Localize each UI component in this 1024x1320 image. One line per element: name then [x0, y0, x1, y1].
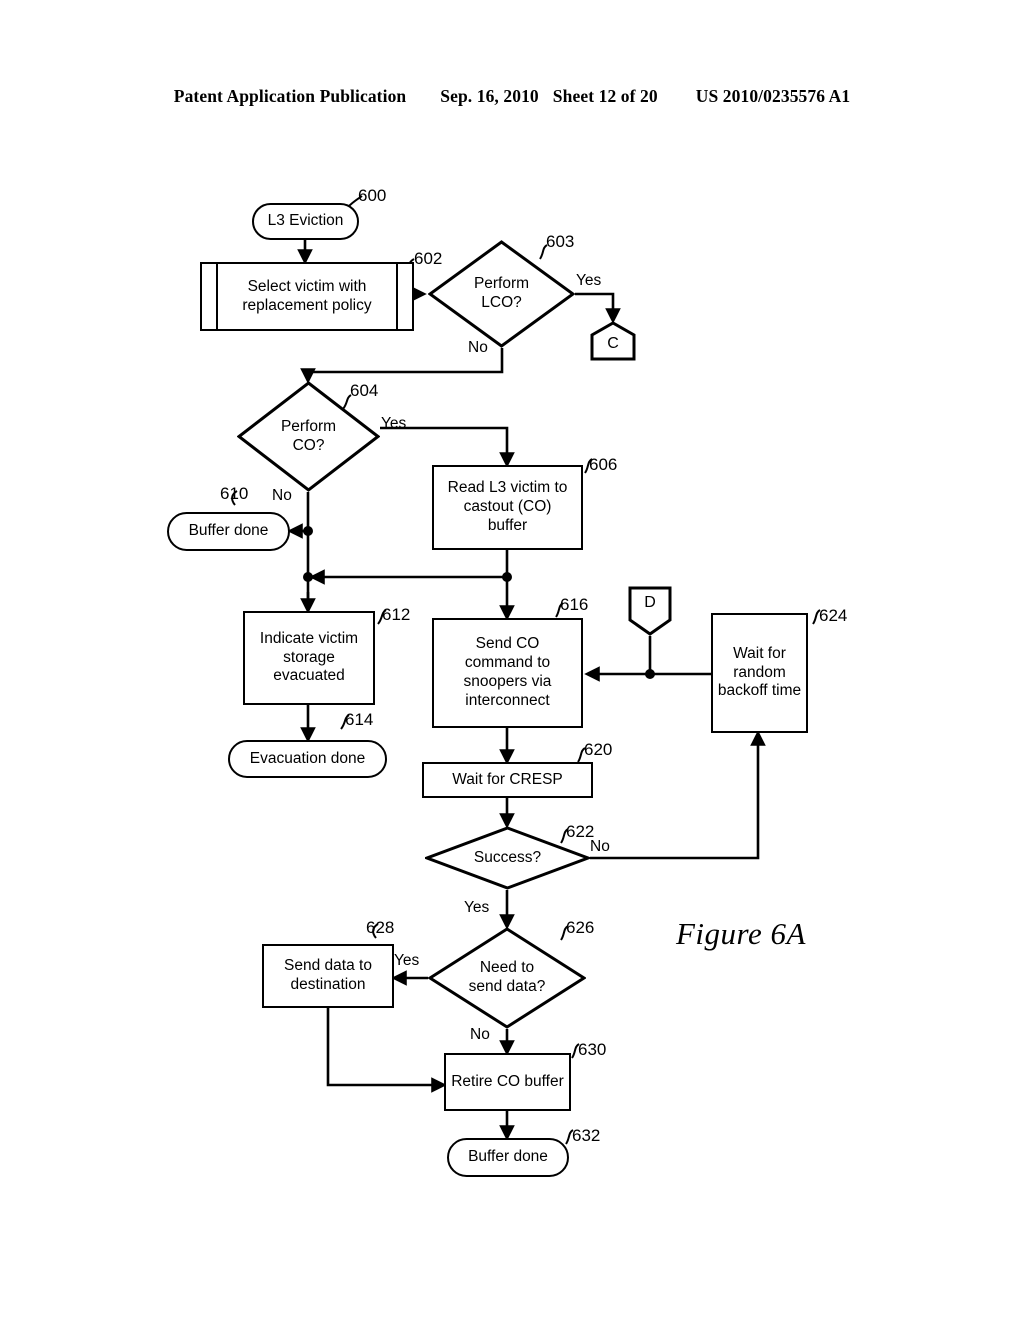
header-patent-number: US 2010/0235576 A1: [695, 86, 851, 106]
node-select-victim[interactable]: Select victim with replacement policy: [200, 262, 414, 331]
connector-d[interactable]: D: [628, 586, 672, 636]
header-sheet: Sheet 12 of 20: [552, 86, 658, 106]
ref-604: 604: [350, 381, 379, 400]
ref-620: 620: [584, 740, 613, 759]
ref-606: 606: [589, 455, 618, 474]
node-select-victim-label: Select victim with replacement policy: [216, 264, 398, 329]
node-send-data-destination[interactable]: Send data to destination: [262, 944, 394, 1008]
node-need-send-data[interactable]: Need to send data?: [428, 927, 586, 1029]
patent-figure-page: Patent Application Publication Sep. 16, 2…: [0, 0, 1024, 1320]
node-send-co-command-label: Send CO command to snoopers via intercon…: [463, 635, 552, 709]
node-buffer-done-610[interactable]: Buffer done: [167, 512, 290, 551]
node-buffer-done-632-label: Buffer done: [468, 1148, 548, 1166]
edge-label-lco-yes: Yes: [576, 272, 602, 289]
ref-600: 600: [358, 186, 387, 205]
ref-630: 630: [578, 1040, 607, 1059]
node-l3-eviction[interactable]: L3 Eviction: [252, 203, 359, 240]
node-read-l3-victim-label: Read L3 victim to castout (CO) buffer: [447, 479, 568, 534]
node-need-send-data-label: Need to send data?: [468, 959, 546, 995]
figure-caption: Figure 6A: [676, 916, 806, 951]
edge-label-senddata-yes: Yes: [394, 952, 420, 969]
header-date: Sep. 16, 2010: [440, 86, 539, 106]
node-wait-random-backoff-label: Wait for random backoff time: [717, 644, 802, 700]
ref-612: 612: [382, 605, 411, 624]
connector-c[interactable]: C: [590, 321, 636, 361]
ref-632: 632: [572, 1126, 601, 1145]
node-perform-lco-label: Perform LCO?: [473, 275, 530, 311]
node-indicate-victim-evacuated[interactable]: Indicate victim storage evacuated: [243, 611, 375, 705]
ref-614: 614: [345, 710, 374, 729]
node-wait-random-backoff[interactable]: Wait for random backoff time: [711, 613, 808, 733]
node-read-l3-victim[interactable]: Read L3 victim to castout (CO) buffer: [432, 465, 583, 550]
header-publication-label: Patent Application Publication: [173, 86, 407, 106]
node-wait-for-cresp[interactable]: Wait for CRESP: [422, 762, 593, 798]
node-indicate-victim-evacuated-label: Indicate victim storage evacuated: [259, 629, 359, 685]
edge-label-co-no: No: [272, 487, 292, 504]
edge-label-success-no: No: [590, 838, 610, 855]
connector-c-label: C: [607, 335, 619, 352]
node-buffer-done-610-label: Buffer done: [188, 522, 269, 540]
ref-628: 628: [366, 918, 395, 937]
node-retire-co-buffer[interactable]: Retire CO buffer: [444, 1053, 571, 1111]
connector-d-label: D: [644, 594, 656, 611]
ref-610: 610: [220, 484, 249, 503]
edge-label-lco-no: No: [468, 339, 488, 356]
node-evacuation-done-label: Evacuation done: [249, 749, 366, 767]
publication-header: Patent Application Publication Sep. 16, 2…: [0, 86, 1024, 107]
ref-616: 616: [560, 595, 589, 614]
node-evacuation-done[interactable]: Evacuation done: [228, 740, 387, 778]
ref-626: 626: [566, 918, 595, 937]
node-buffer-done-632[interactable]: Buffer done: [447, 1138, 569, 1177]
ref-624: 624: [819, 606, 848, 625]
edge-label-success-yes: Yes: [464, 899, 490, 916]
edge-label-senddata-no: No: [470, 1026, 490, 1043]
node-l3-eviction-label: L3 Eviction: [267, 212, 344, 230]
node-perform-lco[interactable]: Perform LCO?: [428, 240, 575, 348]
ref-603: 603: [546, 232, 575, 251]
node-wait-for-cresp-label: Wait for CRESP: [452, 770, 563, 788]
node-retire-co-buffer-label: Retire CO buffer: [451, 1072, 564, 1090]
edge-label-co-yes: Yes: [381, 415, 407, 432]
node-send-data-destination-label: Send data to destination: [284, 957, 372, 993]
node-send-co-command[interactable]: Send CO command to snoopers via intercon…: [432, 618, 583, 728]
